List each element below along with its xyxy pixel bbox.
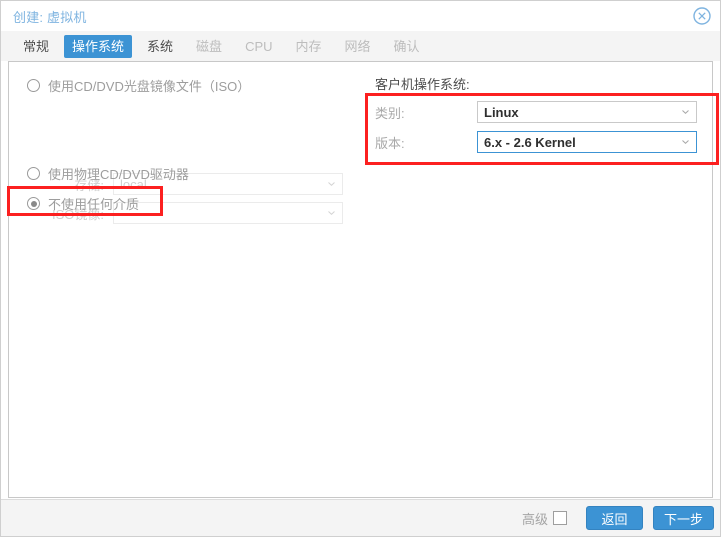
os-type-value: Linux [484,104,519,120]
chevron-down-icon [328,182,335,186]
os-settings-panel: 使用CD/DVD光盘镜像文件（ISO） 存储: local ISO镜像: 使用物… [7,61,719,498]
os-version-label: 版本: [375,135,405,151]
tab-memory[interactable]: 内存 [288,35,330,58]
radio-use-iso-file[interactable]: 使用CD/DVD光盘镜像文件（ISO） [27,76,250,95]
chevron-down-icon [328,211,335,215]
os-type-select[interactable]: Linux [477,101,697,123]
content-wrapper: 使用CD/DVD光盘镜像文件（ISO） 存储: local ISO镜像: 使用物… [1,61,720,499]
tab-bar: 常规 操作系统 系统 磁盘 CPU 内存 网络 确认 [1,31,720,61]
tab-system[interactable]: 系统 [139,35,181,58]
create-vm-dialog: 创建: 虚拟机 常规 操作系统 系统 磁盘 CPU 内存 网络 确认 使用CD/… [0,0,721,537]
radio-circle-filled-icon [27,197,40,210]
radio-use-physical-drive[interactable]: 使用物理CD/DVD驱动器 [27,164,189,183]
dialog-footer: 高级 返回 下一步 [1,499,720,536]
close-icon[interactable] [693,7,711,25]
advanced-label: 高级 [521,511,548,527]
guest-os-group: 客户机操作系统: 类别: Linux 版本: 6.x - 2.6 Kernel [365,62,719,497]
os-type-field-row: 类别: Linux [367,101,697,123]
os-version-field-row: 版本: 6.x - 2.6 Kernel [367,131,697,153]
chevron-down-icon [682,110,689,114]
dialog-title: 创建: 虚拟机 [13,9,87,25]
next-button[interactable]: 下一步 [652,506,714,530]
os-version-value: 6.x - 2.6 Kernel [484,134,576,150]
dialog-titlebar: 创建: 虚拟机 [1,1,720,31]
guest-os-heading: 客户机操作系统: [375,77,470,92]
chevron-down-icon [682,140,689,144]
tab-network[interactable]: 网络 [337,35,379,58]
iso-image-select[interactable] [113,202,343,224]
radio-label-no-media: 不使用任何介质 [48,197,140,212]
os-version-select[interactable]: 6.x - 2.6 Kernel [477,131,697,153]
tab-cpu[interactable]: CPU [237,35,280,58]
radio-label-use-physical-drive: 使用物理CD/DVD驱动器 [48,167,189,182]
back-button[interactable]: 返回 [585,506,643,530]
tab-confirm[interactable]: 确认 [386,35,428,58]
installation-media-group: 使用CD/DVD光盘镜像文件（ISO） 存储: local ISO镜像: 使用物… [7,62,359,497]
os-type-label: 类别: [375,105,405,121]
tab-disk[interactable]: 磁盘 [188,35,230,58]
tab-general[interactable]: 常规 [15,35,57,58]
radio-label-use-iso-file: 使用CD/DVD光盘镜像文件（ISO） [48,79,251,94]
radio-circle-icon [27,167,40,180]
advanced-checkbox[interactable] [552,511,567,525]
tab-os[interactable]: 操作系统 [64,34,133,58]
radio-circle-icon [27,79,40,92]
radio-no-media[interactable]: 不使用任何介质 [27,194,139,213]
